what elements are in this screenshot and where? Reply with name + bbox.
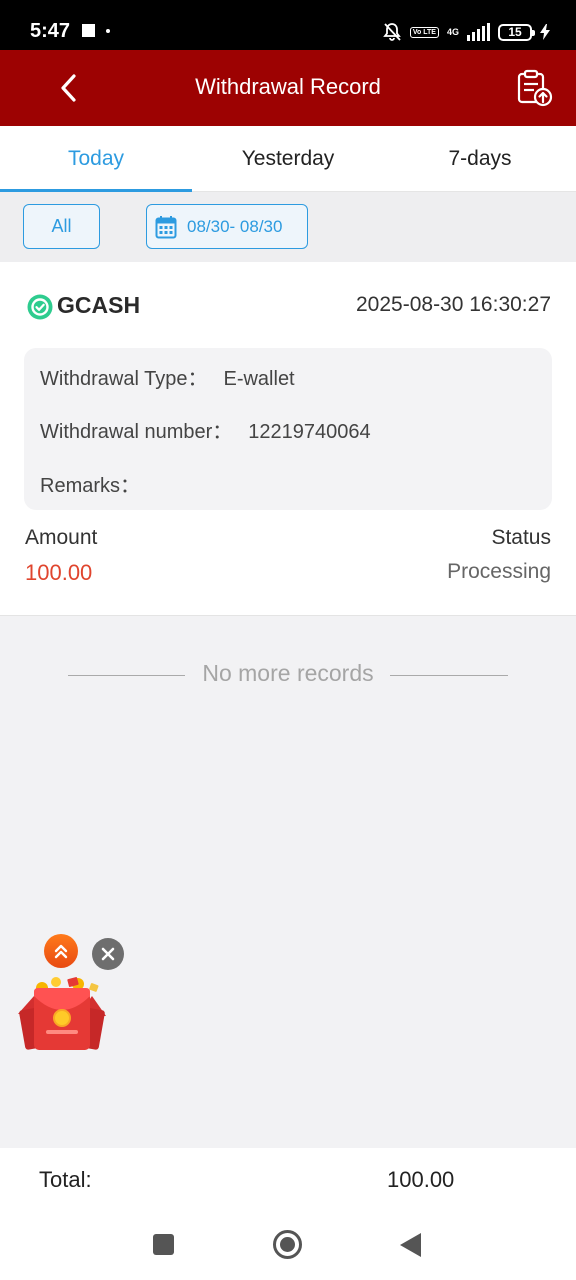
filter-bar: All 08/30- 08/30 <box>0 192 576 262</box>
withdrawal-type-label: Withdrawal Type： <box>40 368 208 390</box>
status-icons: Vo LTE 4G 15 <box>382 18 550 46</box>
withdrawal-type-value: E-wallet <box>223 368 295 390</box>
remarks-row: Remarks： <box>40 469 156 498</box>
charging-icon <box>540 24 550 40</box>
close-icon <box>101 947 115 961</box>
app-header: Withdrawal Record <box>0 50 576 126</box>
status-time: 5:47 <box>30 20 71 42</box>
amount-value: 100.00 <box>25 560 93 585</box>
divider-right <box>390 675 508 676</box>
red-envelope-icon[interactable] <box>16 974 108 1054</box>
tab-yesterday[interactable]: Yesterday <box>192 126 384 191</box>
page-title: Withdrawal Record <box>195 74 381 99</box>
withdrawal-number-value: 12219740064 <box>248 421 371 443</box>
calendar-icon <box>155 215 177 238</box>
status-bar: 5:47 Vo LTE 4G 15 <box>0 0 576 50</box>
volte-icon: Vo LTE <box>409 26 439 38</box>
tab-today[interactable]: Today <box>0 126 192 192</box>
system-nav-bar <box>0 1212 576 1280</box>
record-datetime: 2025-08-30 16:30:27 <box>356 293 551 316</box>
amount-label: Amount <box>25 526 98 549</box>
date-tabs: Today Yesterday 7-days <box>0 126 576 192</box>
record-details: Withdrawal Type： E-wallet Withdrawal numb… <box>24 348 552 510</box>
date-range-button[interactable]: 08/30- 08/30 <box>146 204 308 249</box>
recent-apps-button[interactable] <box>153 1234 174 1255</box>
gcash-logo-icon <box>27 294 53 320</box>
status-label: Status <box>491 526 551 549</box>
network-type: 4G <box>446 26 459 37</box>
remarks-label: Remarks： <box>40 475 141 497</box>
total-bar: Total: 100.00 <box>0 1148 576 1212</box>
more-notifications-icon <box>106 29 110 33</box>
total-label: Total: <box>39 1167 92 1192</box>
system-back-button[interactable] <box>400 1233 421 1257</box>
withdrawal-type-row: Withdrawal Type： E-wallet <box>40 362 295 391</box>
tab-7-days[interactable]: 7-days <box>384 126 576 191</box>
notification-icon <box>82 24 95 37</box>
payment-method: GCASH <box>57 292 141 318</box>
home-button[interactable] <box>273 1230 302 1259</box>
signal-icon <box>467 23 490 41</box>
bell-muted-icon <box>383 23 401 41</box>
withdrawal-number-label: Withdrawal number： <box>40 421 233 443</box>
no-more-records-text: No more records <box>202 660 374 686</box>
filter-all-button[interactable]: All <box>23 204 100 249</box>
clipboard-upload-icon <box>517 69 553 107</box>
withdrawal-record-card[interactable]: GCASH 2025-08-30 16:30:27 Withdrawal Typ… <box>0 262 576 616</box>
list-end-indicator: No more records <box>0 658 576 692</box>
status-value: Processing <box>447 560 551 583</box>
total-value: 100.00 <box>387 1167 455 1192</box>
battery-level: 15 <box>508 24 522 39</box>
date-range-text: 08/30- 08/30 <box>187 216 283 236</box>
red-envelope-widget <box>16 934 128 1058</box>
double-chevron-up-icon <box>54 944 68 959</box>
export-record-button[interactable] <box>514 68 554 108</box>
promo-close-button[interactable] <box>92 938 124 970</box>
promo-expand-button[interactable] <box>44 934 78 968</box>
withdrawal-number-row: Withdrawal number： 12219740064 <box>40 415 371 444</box>
battery-icon: 15 <box>498 23 535 41</box>
